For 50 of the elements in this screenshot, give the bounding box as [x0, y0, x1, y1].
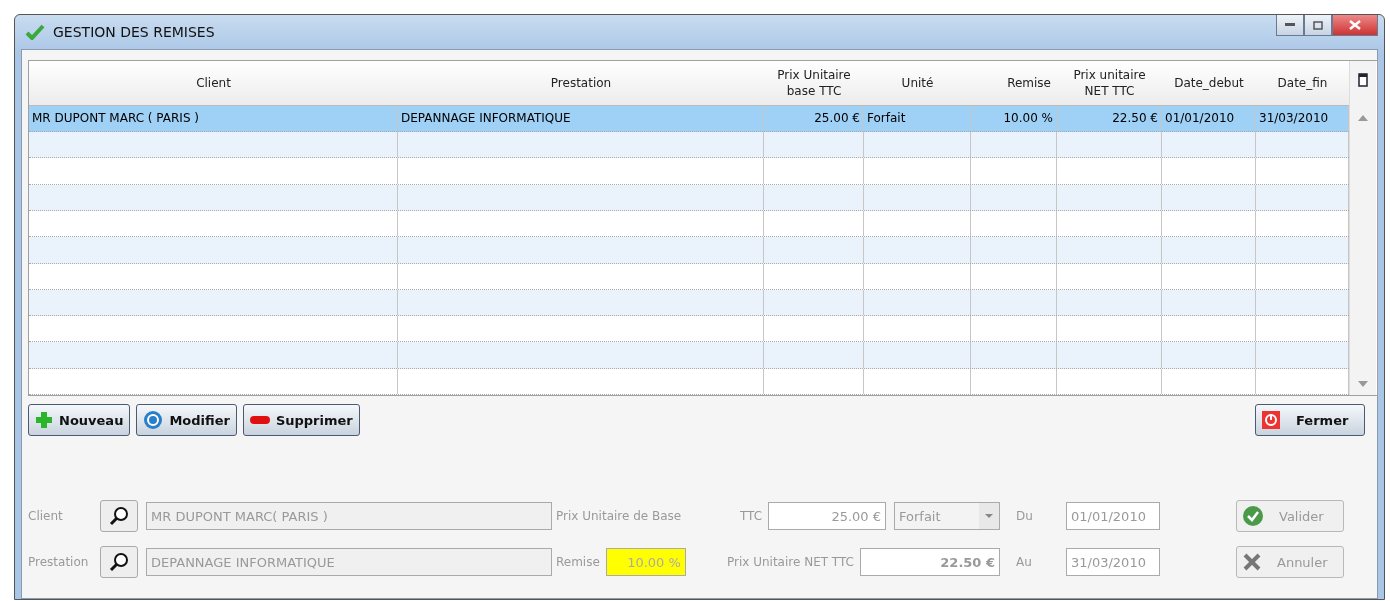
- column-header[interactable]: Date_debut: [1162, 61, 1256, 105]
- edit-button[interactable]: Modifier: [136, 404, 237, 436]
- field-label: Au: [1015, 555, 1033, 569]
- column-header[interactable]: Unité: [864, 61, 971, 105]
- table-cell: DEPANNAGE INFORMATIQUE: [398, 105, 764, 132]
- search-icon: [109, 552, 129, 572]
- caret-icon: [979, 503, 999, 529]
- column-header[interactable]: Date_fin: [1256, 61, 1349, 105]
- check-icon: [1243, 506, 1263, 526]
- field-label: Prix Unitaire de Base: [555, 509, 683, 523]
- column-chooser-icon: [1358, 73, 1368, 87]
- field-label: TTC: [740, 509, 763, 523]
- close-form-button[interactable]: Fermer: [1255, 404, 1365, 436]
- table-cell: 01/01/2010: [1162, 105, 1256, 132]
- column-header[interactable]: Client: [29, 61, 398, 105]
- field-label: Du: [1015, 509, 1034, 523]
- scroll-down-icon: [1358, 381, 1368, 387]
- column-header[interactable]: Prix Unitaire base TTC: [764, 61, 864, 105]
- add-button[interactable]: Nouveau: [28, 404, 131, 436]
- search-button[interactable]: [100, 546, 138, 578]
- scrollbar[interactable]: [1349, 61, 1376, 395]
- minimize-icon: [1285, 23, 1295, 27]
- search-icon: [109, 506, 129, 526]
- field-label: Prix Unitaire NET TTC: [726, 555, 854, 569]
- field-label: Client: [28, 509, 64, 523]
- field-label: Prestation: [28, 555, 90, 569]
- field-label: Remise: [556, 555, 600, 569]
- table-cell: MR DUPONT MARC ( PARIS ): [29, 105, 398, 132]
- power-icon: [1262, 411, 1280, 429]
- column-header[interactable]: Prestation: [398, 61, 764, 105]
- maximize-icon: [1313, 20, 1323, 30]
- column-header[interactable]: Remise: [971, 61, 1057, 105]
- close-icon: [1243, 553, 1261, 571]
- check-icon: [25, 24, 45, 40]
- table-cell: 10.00 %: [971, 105, 1057, 132]
- window-title: GESTION DES REMISES: [53, 24, 215, 40]
- search-button[interactable]: [100, 500, 138, 532]
- column-header[interactable]: Prix unitaire NET TTC: [1057, 61, 1162, 105]
- table-cell: Forfait: [864, 105, 971, 132]
- close-icon: [1349, 20, 1361, 30]
- scroll-up-icon: [1358, 115, 1368, 121]
- maximize-button[interactable]: [1304, 15, 1332, 36]
- table-row[interactable]: MR DUPONT MARC ( PARIS ) DEPANNAGE INFORMATIQUE 25.00 € Forfait 10.00 % 22.50 € 01/01/2010 31/03/2010: [29, 105, 1349, 133]
- minus-icon: [249, 416, 270, 424]
- delete-button[interactable]: Supprimer: [242, 404, 360, 436]
- close-button[interactable]: [1332, 15, 1378, 36]
- plus-icon: [35, 411, 53, 429]
- minimize-button[interactable]: [1276, 15, 1304, 36]
- table-cell: 25.00 €: [764, 105, 864, 132]
- table-cell: 22.50 €: [1057, 105, 1162, 132]
